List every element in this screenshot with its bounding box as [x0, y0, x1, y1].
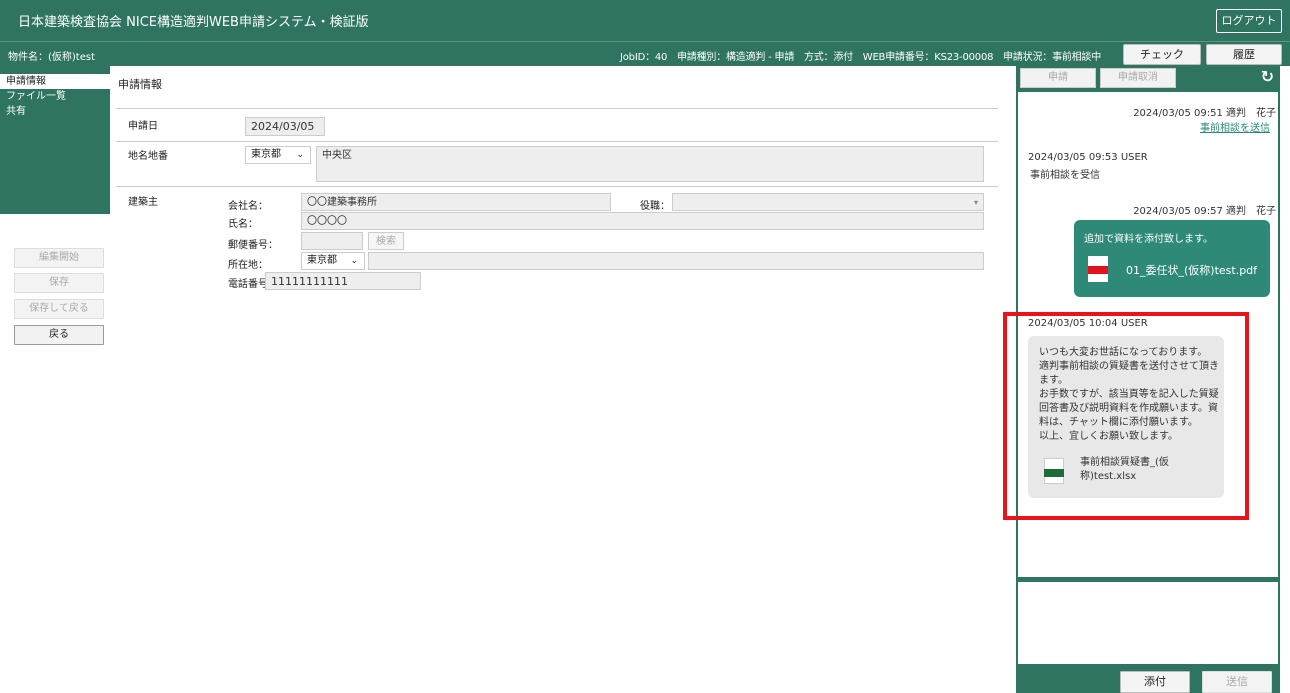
pdf-file-icon [1088, 256, 1108, 282]
attachment-link[interactable]: 01_委任状_(仮称)test.pdf [1126, 262, 1257, 278]
address-prefecture-value: 東京都 [307, 255, 337, 266]
send-button[interactable]: 送信 [1202, 671, 1272, 693]
address-prefecture-select[interactable]: 東京都 ⌄ [301, 252, 365, 270]
phone-field[interactable]: 11111111111 [265, 272, 421, 290]
sidebar-item-file-list[interactable]: ファイル一覧 [0, 89, 110, 104]
refresh-icon[interactable]: ↻ [1261, 67, 1274, 86]
address-field[interactable] [368, 252, 984, 270]
owner-label: 建築主 [128, 197, 158, 208]
app-title: 日本建築検査協会 NICE構造適判WEB申請システム・検証版 [18, 15, 369, 30]
message-timestamp: 2024/03/05 09:51 適判 花子 [1133, 108, 1276, 119]
check-button[interactable]: チェック [1123, 44, 1201, 65]
cancel-application-button[interactable]: 申請取消 [1100, 68, 1176, 88]
address-label: 所在地： [228, 260, 268, 271]
position-label: 役職： [640, 201, 670, 212]
postal-field[interactable] [301, 232, 363, 250]
location-textarea[interactable]: 中央区 [316, 146, 984, 182]
chevron-down-icon: ⌄ [296, 150, 304, 160]
history-button[interactable]: 履歴 [1206, 44, 1282, 65]
apply-button[interactable]: 申請 [1020, 68, 1096, 88]
message-text: 追加で資料を添付致します。 [1084, 234, 1213, 245]
save-button[interactable]: 保存 [14, 273, 104, 293]
message-input[interactable] [1018, 582, 1278, 664]
page-title: 申請情報 [118, 78, 162, 91]
prefecture-select[interactable]: 東京都 ⌄ [245, 146, 311, 164]
message-timestamp: 2024/03/05 09:53 USER [1028, 152, 1148, 163]
top-bar: 日本建築検査協会 NICE構造適判WEB申請システム・検証版 ログアウト [0, 0, 1290, 41]
main-content: 申請情報 申請日 2024/03/05 地名地番 東京都 ⌄ 中央区 建築主 会… [110, 66, 1010, 693]
sidebar-item-share[interactable]: 共有 [0, 104, 110, 119]
sidebar-item-application-info[interactable]: 申請情報 [0, 74, 110, 89]
logout-button[interactable]: ログアウト [1216, 9, 1282, 33]
sidebar: 申請情報 ファイル一覧 共有 [0, 66, 110, 214]
attach-button[interactable]: 添付 [1120, 671, 1190, 693]
consultation-sent-link[interactable]: 事前相談を送信 [1200, 119, 1270, 134]
divider [116, 186, 998, 187]
info-bar: 物件名：(仮称)test JobID：40 申請種別：構造適判 - 申請 方式：… [0, 41, 1290, 66]
divider [116, 141, 998, 142]
highlight-box [1003, 312, 1249, 520]
message-timestamp: 2024/03/05 09:57 適判 花子 [1133, 206, 1276, 217]
location-label: 地名地番 [128, 151, 168, 162]
project-name: 物件名：(仮称)test [8, 52, 96, 63]
chevron-down-icon: ⌄ [350, 256, 358, 266]
chevron-down-icon: ▾ [973, 198, 978, 207]
save-and-back-button[interactable]: 保存して戻る [14, 299, 104, 319]
message-bubble-staff: 追加で資料を添付致します。 01_委任状_(仮称)test.pdf [1074, 220, 1270, 297]
prefecture-value: 東京都 [251, 149, 281, 160]
message-text: 事前相談を受信 [1030, 170, 1100, 181]
edit-start-button[interactable]: 編集開始 [14, 248, 104, 268]
company-label: 会社名： [228, 201, 268, 212]
date-label: 申請日 [128, 121, 158, 132]
search-button[interactable]: 検索 [368, 232, 404, 250]
company-field[interactable]: 〇〇建築事務所 [301, 193, 611, 211]
name-label: 氏名： [228, 219, 258, 230]
application-date-field[interactable]: 2024/03/05 [245, 117, 325, 136]
back-button[interactable]: 戻る [14, 325, 104, 345]
name-field[interactable]: 〇〇〇〇 [301, 212, 984, 230]
job-meta: JobID：40 申請種別：構造適判 - 申請 方式：添付 WEB申請番号：KS… [620, 52, 1102, 63]
postal-label: 郵便番号： [228, 240, 278, 251]
divider [116, 108, 998, 109]
position-select[interactable]: ▾ [672, 193, 984, 211]
